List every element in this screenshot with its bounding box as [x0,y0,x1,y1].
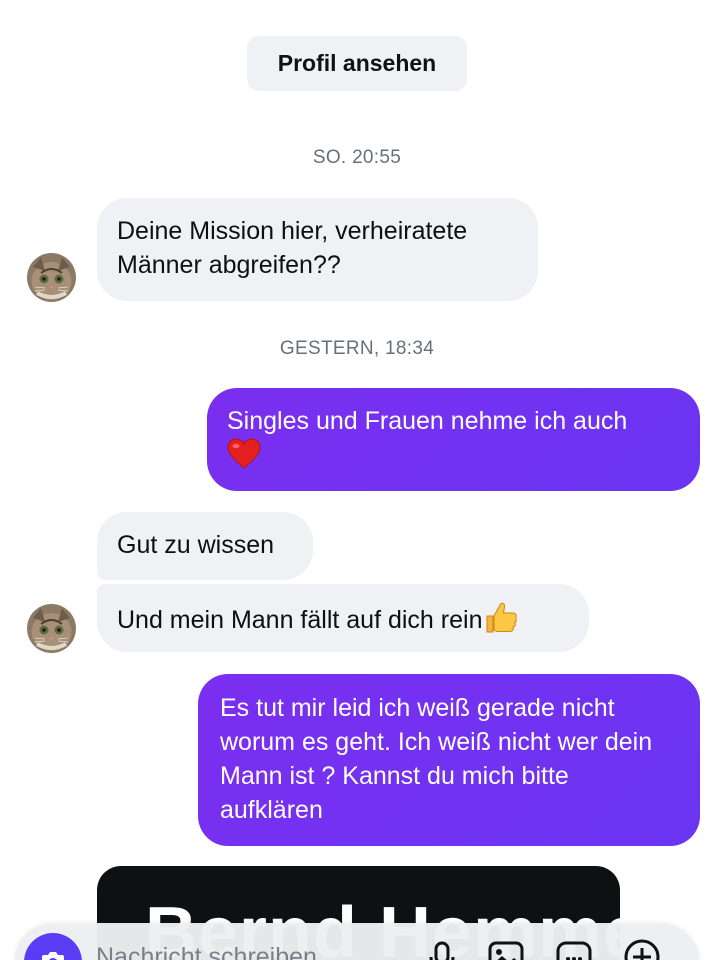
cat-avatar-image [27,604,76,653]
camera-icon [42,952,64,960]
avatar[interactable] [27,253,76,302]
red-heart-emoji [227,438,261,479]
message-text: Es tut mir leid ich weiß gerade nicht wo… [220,694,653,824]
message-input[interactable] [96,937,396,960]
plus-button[interactable] [622,937,662,960]
outgoing-message[interactable]: Singles und Frauen nehme ich auch [207,388,700,491]
message-text: Gut zu wissen [117,531,275,559]
avatar[interactable] [27,604,76,653]
plus-icon [624,939,660,960]
message-text: Und mein Mann fällt auf dich rein [117,606,483,635]
timestamp: GESTERN, 18:34 [279,338,435,359]
incoming-message[interactable]: Gut zu wissen [97,512,313,580]
sticker-button[interactable] [554,937,594,960]
cat-avatar-image [27,253,76,302]
chat-screen: Profil ansehen SO. 20:55 Deine Mission h… [0,0,714,960]
incoming-message[interactable]: Deine Mission hier, verheiratete Männer … [97,198,538,301]
thumbs-up-emoji [484,600,518,643]
image-button[interactable] [486,937,526,960]
view-profile-button[interactable]: Profil ansehen [247,36,467,91]
sticker-icon [556,941,592,960]
message-composer [14,923,700,960]
outgoing-message[interactable]: Es tut mir leid ich weiß gerade nicht wo… [198,674,700,846]
camera-button[interactable] [24,933,82,960]
incoming-message[interactable]: Und mein Mann fällt auf dich rein [97,584,589,652]
microphone-icon [429,941,455,960]
timestamp: SO. 20:55 [312,147,402,168]
message-text: Deine Mission hier, verheiratete Männer … [117,217,468,279]
image-icon [488,941,524,960]
message-text: Singles und Frauen nehme ich auch [227,407,628,435]
microphone-button[interactable] [422,937,462,960]
